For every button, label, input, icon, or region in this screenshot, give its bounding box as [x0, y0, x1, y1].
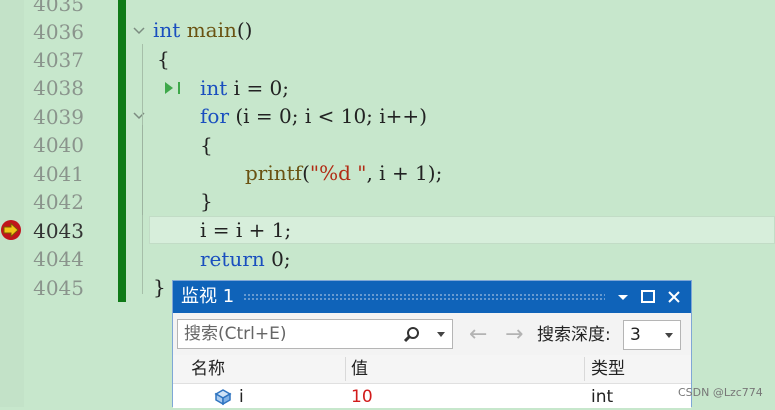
breakpoint-current-arrow-icon[interactable] — [0, 219, 22, 241]
line-number: 4044 — [33, 247, 84, 271]
function-name: printf — [245, 161, 303, 185]
code-text: i = 0; — [227, 76, 290, 100]
run-to-cursor-icon[interactable] — [163, 80, 185, 96]
keyword: int — [153, 18, 181, 42]
line-number: 4045 — [33, 276, 84, 300]
code-line-4043[interactable]: i = i + 1; — [200, 216, 291, 244]
code-line-4042[interactable]: } — [200, 187, 213, 215]
change-tracking-bar — [118, 0, 126, 302]
code-text: ( — [302, 161, 310, 185]
line-number: 4036 — [33, 20, 84, 44]
variable-icon — [214, 389, 232, 406]
code-text: (i = 0; i < 10; i++) — [229, 104, 427, 128]
watermark: CSDN @Lzc774 — [678, 386, 763, 399]
line-number: 4037 — [33, 48, 84, 72]
watch-var-value[interactable]: 10 — [351, 384, 373, 410]
line-number: 4035 — [33, 0, 84, 16]
fold-chevron-icon[interactable] — [132, 109, 146, 123]
indent-guide — [142, 125, 143, 215]
close-icon[interactable] — [664, 287, 684, 307]
column-header-name[interactable]: 名称 — [191, 355, 225, 383]
search-input[interactable]: 搜索(Ctrl+E) — [177, 319, 453, 349]
code-line-4045[interactable]: } — [153, 273, 166, 301]
code-line-4038[interactable]: int i = 0; — [200, 74, 289, 102]
code-line-4036[interactable]: int main() — [153, 16, 252, 44]
line-number: 4038 — [33, 76, 84, 100]
code-text: () — [236, 18, 253, 42]
column-divider[interactable] — [584, 357, 585, 381]
keyword: int — [200, 76, 228, 100]
watch-row[interactable]: i 10 int — [173, 384, 691, 408]
column-divider[interactable] — [345, 357, 346, 381]
column-header-type[interactable]: 类型 — [591, 355, 625, 383]
watch-title: 监视 1 — [181, 286, 235, 307]
column-header-value[interactable]: 值 — [351, 355, 368, 383]
string-literal: "%d " — [309, 161, 367, 185]
search-depth-select[interactable]: 3 — [623, 320, 681, 350]
breakpoint-margin[interactable] — [0, 0, 24, 407]
search-icon[interactable] — [402, 325, 422, 345]
code-line-4040[interactable]: { — [200, 131, 213, 159]
watch-toolbar: 搜索(Ctrl+E) — [173, 313, 691, 355]
watch-title-bar[interactable]: 监视 1 — [173, 281, 691, 313]
line-number-gutter: 4035 4036 4037 4038 4039 4040 4041 4042 … — [24, 0, 117, 407]
chevron-down-icon[interactable] — [664, 331, 674, 339]
keyword: return — [200, 247, 265, 271]
maximize-icon[interactable] — [638, 287, 658, 307]
fold-chevron-icon[interactable] — [132, 24, 146, 38]
search-forward-arrow[interactable]: → — [505, 321, 523, 349]
code-line-4041[interactable]: printf("%d ", i + 1); — [245, 159, 442, 187]
line-number: 4039 — [33, 105, 84, 129]
function-name: main — [186, 18, 237, 42]
search-options-dropdown-icon[interactable] — [436, 330, 446, 338]
line-number: 4040 — [33, 133, 84, 157]
line-number: 4042 — [33, 190, 84, 214]
search-placeholder: 搜索(Ctrl+E) — [184, 324, 287, 344]
search-depth-label: 搜索深度: — [537, 325, 611, 345]
code-text: 0; — [264, 247, 291, 271]
code-text: , i + 1); — [366, 161, 443, 185]
code-line-4037[interactable]: { — [157, 45, 170, 73]
watch-window: 监视 1 搜索(Ctrl+E) ← → 搜索深度: 3 名称 值 类型 i 10… — [172, 280, 692, 408]
drag-grip[interactable] — [243, 293, 605, 301]
watch-header-row: 名称 值 类型 — [173, 355, 691, 384]
line-number-current: 4043 — [33, 219, 84, 243]
code-line-4039[interactable]: for (i = 0; i < 10; i++) — [200, 102, 427, 130]
code-line-4044[interactable]: return 0; — [200, 245, 291, 273]
search-back-arrow[interactable]: ← — [469, 321, 487, 349]
keyword: for — [200, 104, 230, 128]
watch-var-type: int — [591, 387, 614, 407]
search-depth-value: 3 — [630, 325, 641, 345]
window-menu-dropdown-icon[interactable] — [613, 287, 633, 307]
line-number: 4041 — [33, 162, 84, 186]
watch-var-name: i — [239, 387, 244, 407]
